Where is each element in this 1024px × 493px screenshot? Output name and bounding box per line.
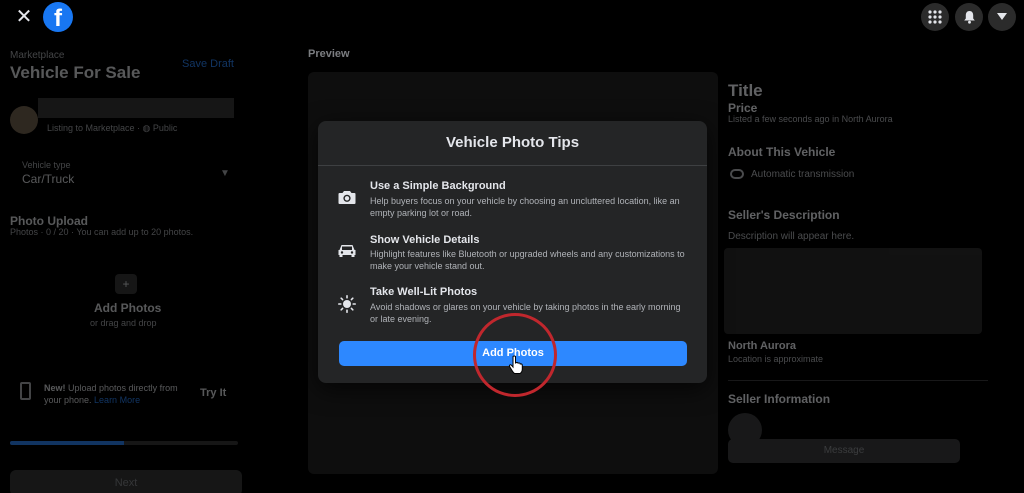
try-it-button[interactable]: Try It bbox=[200, 387, 226, 399]
seller-information-heading: Seller Information bbox=[728, 392, 831, 406]
vehicle-type-label: Vehicle type bbox=[22, 160, 71, 170]
seller-name-bar bbox=[38, 98, 234, 118]
new-label: New! bbox=[44, 383, 66, 393]
breadcrumb[interactable]: Marketplace bbox=[10, 50, 64, 61]
car-icon bbox=[338, 242, 356, 260]
vehicle-type-select[interactable]: Car/Truck bbox=[22, 172, 74, 186]
message-button[interactable]: Message bbox=[728, 439, 960, 463]
close-icon[interactable]: ✕ bbox=[13, 6, 35, 28]
listing-form-panel: Marketplace Vehicle For Sale Save Draft … bbox=[0, 34, 248, 493]
caret-down-icon[interactable] bbox=[988, 3, 1016, 31]
preview-title: Title bbox=[728, 81, 763, 100]
add-photos-label[interactable]: Add Photos bbox=[94, 301, 161, 315]
location-name: North Aurora bbox=[728, 340, 797, 352]
progress-bar bbox=[10, 441, 238, 445]
drag-drop-hint: or drag and drop bbox=[90, 318, 157, 328]
preview-details: Title Price Listed a few seconds ago in … bbox=[724, 72, 998, 492]
add-photo-icon[interactable]: + bbox=[115, 274, 137, 294]
tip-title: Show Vehicle Details bbox=[370, 234, 480, 246]
tip-title: Use a Simple Background bbox=[370, 180, 506, 192]
seller-description-heading: Seller's Description bbox=[728, 208, 840, 222]
camera-icon bbox=[338, 189, 356, 207]
chevron-down-icon[interactable]: ▼ bbox=[220, 168, 230, 179]
photo-upload-title: Photo Upload bbox=[10, 214, 88, 228]
listing-line: Listing to Marketplace · bbox=[47, 123, 143, 133]
preview-price: Price bbox=[728, 101, 758, 115]
location-note: Location is approximate bbox=[728, 354, 824, 364]
facebook-logo[interactable]: f bbox=[43, 2, 73, 32]
learn-more-link[interactable]: Learn More bbox=[94, 395, 140, 405]
tip-body: Help buyers focus on your vehicle by cho… bbox=[370, 196, 680, 218]
grid-menu-icon[interactable] bbox=[921, 3, 949, 31]
listing-audience: Listing to Marketplace · ◍ Public bbox=[47, 123, 177, 134]
upload-from-phone-note: New! Upload photos directly from your ph… bbox=[44, 382, 194, 406]
preview-label: Preview bbox=[308, 48, 350, 60]
avatar bbox=[10, 106, 38, 134]
audience-label: Public bbox=[152, 123, 178, 133]
progress-fill bbox=[10, 441, 124, 445]
phone-icon bbox=[20, 382, 31, 400]
logo-letter: f bbox=[54, 5, 62, 32]
sun-icon bbox=[338, 295, 357, 314]
transmission-value: Automatic transmission bbox=[751, 169, 855, 180]
transmission-icon bbox=[730, 169, 744, 179]
description-placeholder: Description will appear here. bbox=[728, 231, 855, 242]
next-button[interactable]: Next bbox=[10, 470, 242, 493]
divider bbox=[728, 380, 988, 381]
top-bar: ✕ f bbox=[0, 0, 1024, 34]
tip-title: Take Well-Lit Photos bbox=[370, 286, 478, 298]
about-vehicle-heading: About This Vehicle bbox=[728, 145, 836, 159]
preview-listed-time: Listed a few seconds ago in North Aurora bbox=[728, 114, 893, 124]
location-map bbox=[724, 248, 982, 334]
photo-upload-subtitle: Photos · 0 / 20 · You can add up to 20 p… bbox=[10, 227, 194, 237]
hand-cursor-icon bbox=[508, 355, 524, 375]
page-title: Vehicle For Sale bbox=[10, 63, 141, 82]
save-draft-button[interactable]: Save Draft bbox=[182, 58, 234, 70]
bell-icon[interactable] bbox=[955, 3, 983, 31]
dialog-title: Vehicle Photo Tips bbox=[445, 134, 580, 151]
globe-icon: ◍ bbox=[142, 123, 153, 133]
divider bbox=[318, 165, 707, 166]
tip-body: Highlight features like Bluetooth or upg… bbox=[370, 249, 685, 271]
